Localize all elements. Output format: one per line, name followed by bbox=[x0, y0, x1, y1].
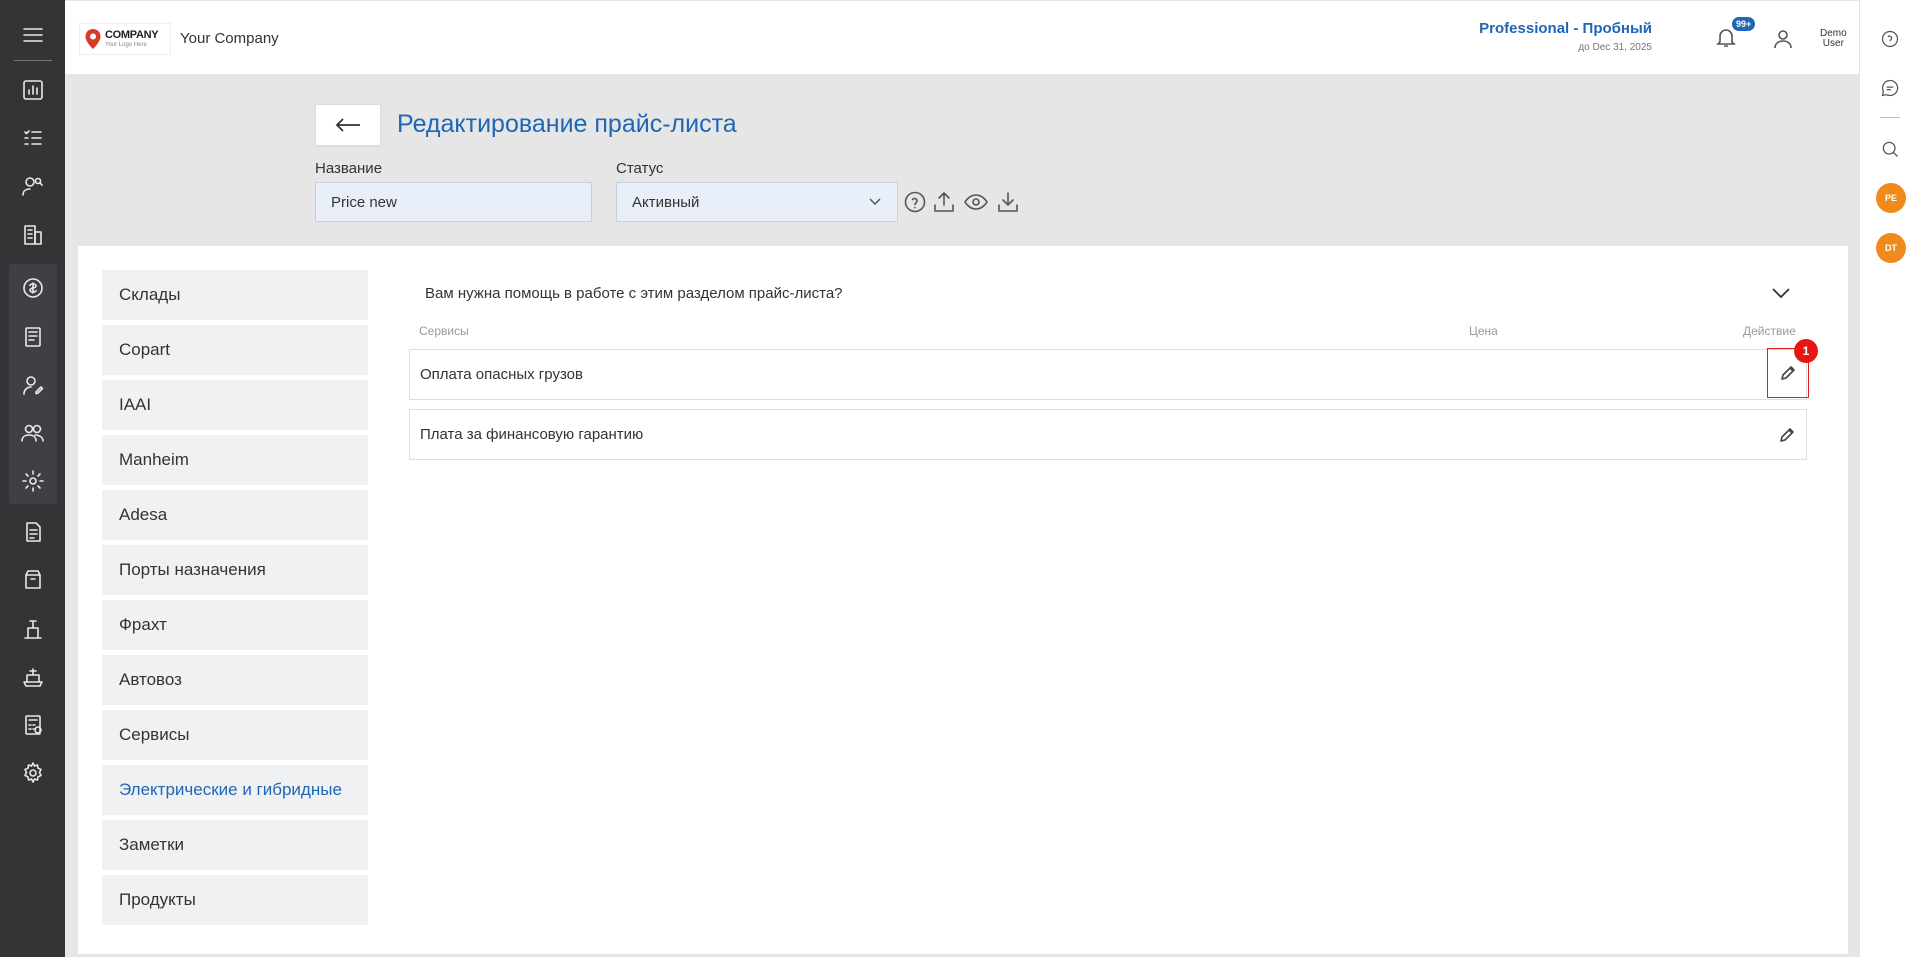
building-icon[interactable] bbox=[0, 213, 65, 257]
notifications-badge: 99+ bbox=[1732, 17, 1756, 31]
user-name[interactable]: Demo User bbox=[1820, 29, 1847, 49]
rightbar-divider bbox=[1880, 117, 1900, 118]
nav-item-copart[interactable]: Copart bbox=[102, 325, 368, 375]
nav-item-electric-hybrid[interactable]: Электрические и гибридные bbox=[102, 765, 368, 815]
nav-item-manheim[interactable]: Manheim bbox=[102, 435, 368, 485]
column-header-action: Действие bbox=[1743, 324, 1796, 338]
company-logo[interactable]: COMPANY Your Logo Here bbox=[79, 23, 171, 55]
calculator-icon[interactable] bbox=[0, 703, 65, 747]
help-accordion-toggle[interactable] bbox=[1771, 286, 1791, 300]
notifications-button[interactable]: 99+ bbox=[1714, 17, 1756, 55]
user-icon bbox=[1774, 30, 1792, 49]
ledger-icon[interactable] bbox=[0, 315, 65, 359]
user-profile-button[interactable] bbox=[1771, 27, 1797, 53]
status-select[interactable]: Активный bbox=[616, 182, 898, 222]
avatar-dt[interactable]: DT bbox=[1876, 233, 1906, 263]
finance-icon[interactable] bbox=[0, 266, 65, 310]
name-label: Название bbox=[315, 160, 383, 177]
nav-item-car-carrier[interactable]: Автовоз bbox=[102, 655, 368, 705]
sidebar-divider bbox=[14, 60, 52, 61]
plan-name[interactable]: Professional - Пробный bbox=[1479, 20, 1652, 37]
nav-item-adesa[interactable]: Adesa bbox=[102, 490, 368, 540]
avatar-pe[interactable]: PE bbox=[1876, 183, 1906, 213]
pencil-icon bbox=[1781, 366, 1795, 380]
dashboard-icon[interactable] bbox=[0, 68, 65, 112]
top-header: COMPANY Your Logo Here Your Company Prof… bbox=[65, 0, 1859, 74]
logo-text: COMPANY bbox=[105, 29, 159, 41]
nav-item-freight[interactable]: Фрахт bbox=[102, 600, 368, 650]
upload-button[interactable] bbox=[931, 189, 957, 215]
status-value: Активный bbox=[632, 193, 700, 211]
users-search-icon[interactable] bbox=[0, 164, 65, 208]
nav-item-products[interactable]: Продукты bbox=[102, 875, 368, 925]
chevron-down-icon bbox=[1772, 288, 1790, 299]
plan-info[interactable]: Professional - Пробный до Dec 31, 2025 bbox=[1479, 20, 1652, 53]
nav-item-warehouses[interactable]: Склады bbox=[102, 270, 368, 320]
preview-button[interactable] bbox=[963, 189, 989, 215]
right-sidebar: PE DT bbox=[1859, 0, 1919, 957]
service-name: Плата за финансовую гарантию bbox=[420, 426, 644, 443]
download-button[interactable] bbox=[995, 189, 1021, 215]
settings-user-icon[interactable] bbox=[0, 459, 65, 503]
service-name: Оплата опасных грузов bbox=[420, 366, 583, 383]
menu-icon[interactable] bbox=[0, 13, 65, 57]
user-edit-icon[interactable] bbox=[0, 363, 65, 407]
column-header-services: Сервисы bbox=[419, 324, 469, 338]
download-icon bbox=[998, 192, 1018, 212]
company-name: Your Company bbox=[180, 30, 279, 47]
chevron-down-icon bbox=[869, 198, 881, 206]
nav-item-notes[interactable]: Заметки bbox=[102, 820, 368, 870]
edit-button[interactable] bbox=[1774, 422, 1800, 448]
eye-icon bbox=[964, 194, 988, 210]
step-marker: 1 bbox=[1794, 339, 1818, 363]
team-icon[interactable] bbox=[0, 411, 65, 455]
upload-icon bbox=[934, 192, 954, 212]
left-sidebar bbox=[0, 0, 65, 957]
help-accordion-title[interactable]: Вам нужна помощь в работе с этим раздело… bbox=[425, 285, 843, 302]
column-header-price: Цена bbox=[1469, 324, 1498, 338]
table-row: Плата за финансовую гарантию bbox=[409, 409, 1807, 460]
page-title: Редактирование прайс-листа bbox=[397, 110, 737, 138]
nav-item-iaai[interactable]: IAAI bbox=[102, 380, 368, 430]
arrow-left-icon bbox=[335, 118, 360, 132]
name-input[interactable] bbox=[315, 182, 592, 222]
task-list-icon[interactable] bbox=[0, 116, 65, 160]
search-icon[interactable] bbox=[1876, 135, 1904, 163]
help-question-button[interactable] bbox=[902, 189, 928, 215]
settings-icon[interactable] bbox=[0, 751, 65, 795]
table-row: Оплата опасных грузов bbox=[409, 348, 1809, 400]
question-circle-icon bbox=[904, 191, 926, 213]
help-circle-icon[interactable] bbox=[1876, 25, 1904, 53]
user-last-name: User bbox=[1822, 38, 1844, 49]
back-button[interactable] bbox=[315, 104, 381, 146]
chat-icon[interactable] bbox=[1876, 74, 1904, 102]
logo-subtext: Your Logo Here bbox=[105, 42, 147, 48]
nav-item-services[interactable]: Сервисы bbox=[102, 710, 368, 760]
nav-item-destination-ports[interactable]: Порты назначения bbox=[102, 545, 368, 595]
location-pin-logo-icon bbox=[84, 28, 102, 50]
status-label: Статус bbox=[616, 160, 664, 177]
pencil-icon bbox=[1780, 428, 1794, 442]
ship-icon[interactable] bbox=[0, 655, 65, 699]
warehouse-box-icon[interactable] bbox=[0, 558, 65, 602]
plan-expiry: до Dec 31, 2025 bbox=[1578, 42, 1652, 53]
port-crane-icon[interactable] bbox=[0, 607, 65, 651]
document-icon[interactable] bbox=[0, 510, 65, 554]
